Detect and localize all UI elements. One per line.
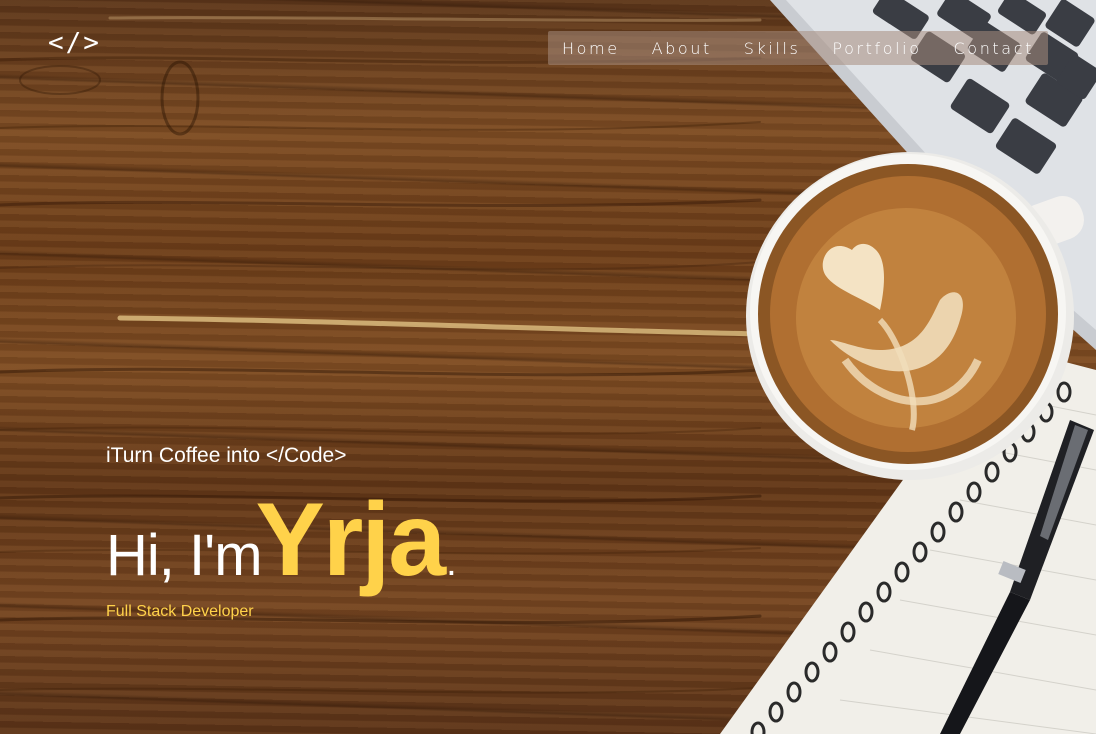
- nav-home-link[interactable]: Home: [562, 39, 620, 58]
- nav-contact-link[interactable]: Contact: [954, 39, 1034, 58]
- laptop-image: [770, 0, 1096, 350]
- logo-code-icon[interactable]: </>: [48, 30, 101, 56]
- hero-period: .: [446, 542, 457, 584]
- nav-portfolio-link[interactable]: Portfolio: [832, 39, 921, 58]
- coffee-cup-image: [746, 152, 1084, 480]
- wood-background: [0, 16, 763, 694]
- hero-tagline: iTurn Coffee into </Code>: [106, 444, 347, 467]
- nav-skills-link[interactable]: Skills: [744, 39, 801, 58]
- hero-section: </> Home About Skills Portfolio Contact …: [0, 0, 1096, 734]
- hero-heading: Hi, I'm Yrja .: [106, 488, 457, 618]
- hero-greeting: Hi, I'm: [106, 523, 263, 588]
- hero-role: Full Stack Developer: [106, 603, 254, 620]
- main-nav: Home About Skills Portfolio Contact: [548, 31, 1048, 65]
- hero-name: Yrja: [255, 482, 447, 598]
- notebook-image: [720, 345, 1096, 734]
- nav-about-link[interactable]: About: [652, 39, 712, 58]
